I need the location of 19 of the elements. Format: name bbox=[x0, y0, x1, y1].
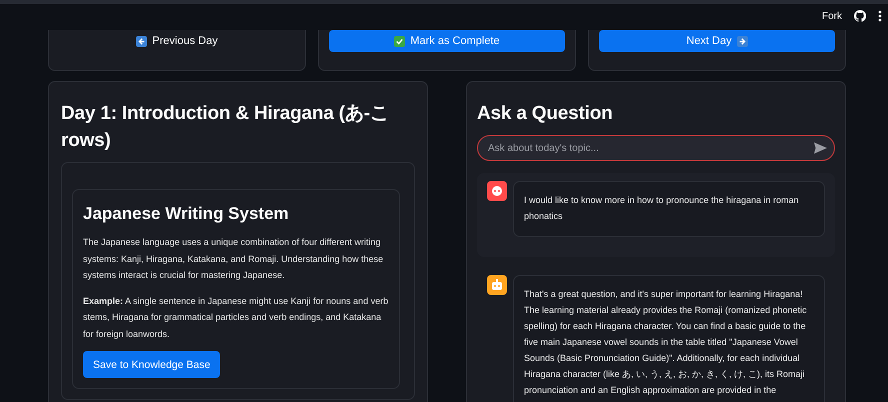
menu-icon[interactable] bbox=[878, 10, 882, 22]
message-text: I would like to know more in how to pronounce the hiragana in roman phonatics bbox=[513, 181, 825, 237]
arrow-icon bbox=[736, 36, 748, 46]
nav-button[interactable]: Previous Day bbox=[59, 30, 295, 52]
message-text: That's a great question, and it's super important for learning Hiragana! The learning material already provides the Romaji (romanized phonetic spelling) for each Hiragana character. You can find a basic guide to the five main Japanese vowel sounds in the table titled "Japanese Vowel Sounds (Basic Pronunciation Guide)". Additionally, for each individual Hiragana character (like あ, い, う, え, お, か, き, く, け, こ), its Romaji pronunciation and an English approximation are provided in the bbox=[513, 275, 825, 402]
section-heading: Japanese Writing System bbox=[83, 204, 290, 224]
nav-button[interactable]: Next Day bbox=[599, 30, 835, 52]
github-icon[interactable] bbox=[854, 10, 866, 22]
nav-button[interactable]: Mark as Complete bbox=[329, 30, 565, 52]
section-paragraph: Example: A single sentence in Japanese might use Kanji for nouns and verb stems, Hiragana for grammatical particles and verb endings, and Katakana for foreign loanwords. bbox=[83, 294, 389, 341]
check-icon bbox=[394, 36, 406, 46]
question-field[interactable]: Ask about today's topic... bbox=[477, 135, 835, 161]
send-icon[interactable] bbox=[814, 142, 827, 154]
lesson-title: Day 1: Introduction & Hiragana (あ-こ rows) bbox=[61, 102, 390, 153]
section-paragraph: The Japanese language uses a unique combination of four different writing systems: Kanji, Hiragana, Katakana, and Romaji. Understanding how these systems interact is crucial for mastering Japanese. bbox=[83, 236, 384, 282]
save-button[interactable]: Save to Knowledge Base bbox=[83, 351, 220, 378]
arrow-icon bbox=[136, 36, 148, 46]
chat-title: Ask a Question bbox=[477, 102, 614, 126]
fork-link[interactable]: Fork bbox=[822, 10, 842, 22]
